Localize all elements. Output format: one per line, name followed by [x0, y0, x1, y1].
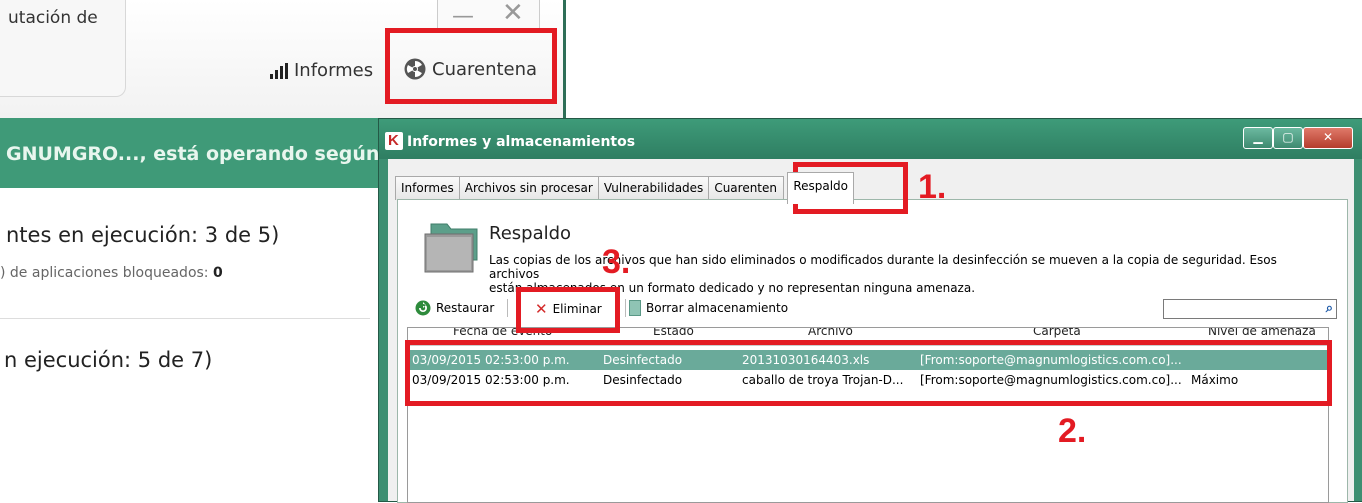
clear-storage-button[interactable]: Borrar almacenamiento: [629, 300, 788, 316]
divider: [0, 318, 370, 319]
column-header-threat[interactable]: Nivel de amenaza: [1208, 328, 1316, 338]
annotation-number-2: 2.: [1058, 412, 1087, 450]
folder-icon: [424, 223, 478, 273]
tasks-running-text[interactable]: n ejecución: 5 de 7): [4, 348, 212, 372]
search-input[interactable]: ⌕: [1163, 299, 1337, 319]
tab-informes[interactable]: Informes: [395, 176, 460, 200]
clear-storage-icon: [629, 300, 641, 316]
chart-bars-icon: [270, 62, 288, 79]
blocked-apps-text: ) de aplicaciones bloqueados: 0: [0, 265, 223, 281]
window-frame-edge: [563, 0, 566, 118]
dialog-close-button[interactable]: ✕: [1303, 127, 1353, 149]
blocked-apps-label: ) de aplicaciones bloqueados:: [0, 265, 213, 281]
kaspersky-logo-icon: [385, 132, 403, 150]
restore-button[interactable]: Restaurar: [415, 300, 494, 316]
column-header-folder[interactable]: Carpeta: [1033, 328, 1081, 338]
tab-respaldo[interactable]: Respaldo: [787, 172, 855, 204]
informes-link[interactable]: Informes: [270, 60, 373, 81]
dialog-title: Informes y almacenamientos: [407, 134, 636, 150]
minimize-button[interactable]: —: [452, 4, 474, 29]
tab-cuarentena[interactable]: Cuarenten: [708, 176, 785, 200]
annotation-box-rows: [405, 340, 1332, 406]
informes-label: Informes: [294, 60, 374, 81]
annotation-number-1: 1.: [918, 168, 947, 206]
blocked-apps-count: 0: [212, 265, 223, 281]
search-icon[interactable]: ⌕: [1326, 301, 1333, 316]
annotation-number-3: 3.: [602, 243, 631, 281]
tab-archivos-sin-procesar[interactable]: Archivos sin procesar: [458, 176, 599, 200]
status-banner-text: GNUMGRO..., está operando según u: [6, 143, 400, 165]
dialog-minimize-button[interactable]: ▁: [1243, 127, 1273, 149]
reputation-text: utación de: [8, 8, 98, 28]
section-title: Respaldo: [489, 223, 572, 244]
toolbar-separator: [625, 299, 626, 317]
column-header-file[interactable]: Archivo: [808, 328, 853, 338]
tab-bar: Informes Archivos sin procesar Vulnerabi…: [395, 172, 855, 204]
column-header-status[interactable]: Estado: [653, 328, 694, 338]
close-button[interactable]: ✕: [502, 0, 524, 28]
toolbar-separator: [507, 299, 508, 317]
tab-vulnerabilidades[interactable]: Vulnerabilidades: [597, 176, 710, 200]
dialog-titlebar[interactable]: Informes y almacenamientos ▁ ▢ ✕: [379, 119, 1362, 159]
annotation-box-cuarentena: [385, 28, 557, 104]
annotation-box-eliminar: [516, 287, 620, 333]
reputation-panel[interactable]: utación de: [0, 0, 126, 97]
dialog-maximize-button[interactable]: ▢: [1273, 127, 1303, 149]
clear-storage-label: Borrar almacenamiento: [646, 301, 789, 315]
components-running-text[interactable]: ntes en ejecución: 3 de 5): [6, 223, 279, 247]
restore-icon: [415, 300, 431, 316]
restore-label: Restaurar: [436, 301, 495, 315]
